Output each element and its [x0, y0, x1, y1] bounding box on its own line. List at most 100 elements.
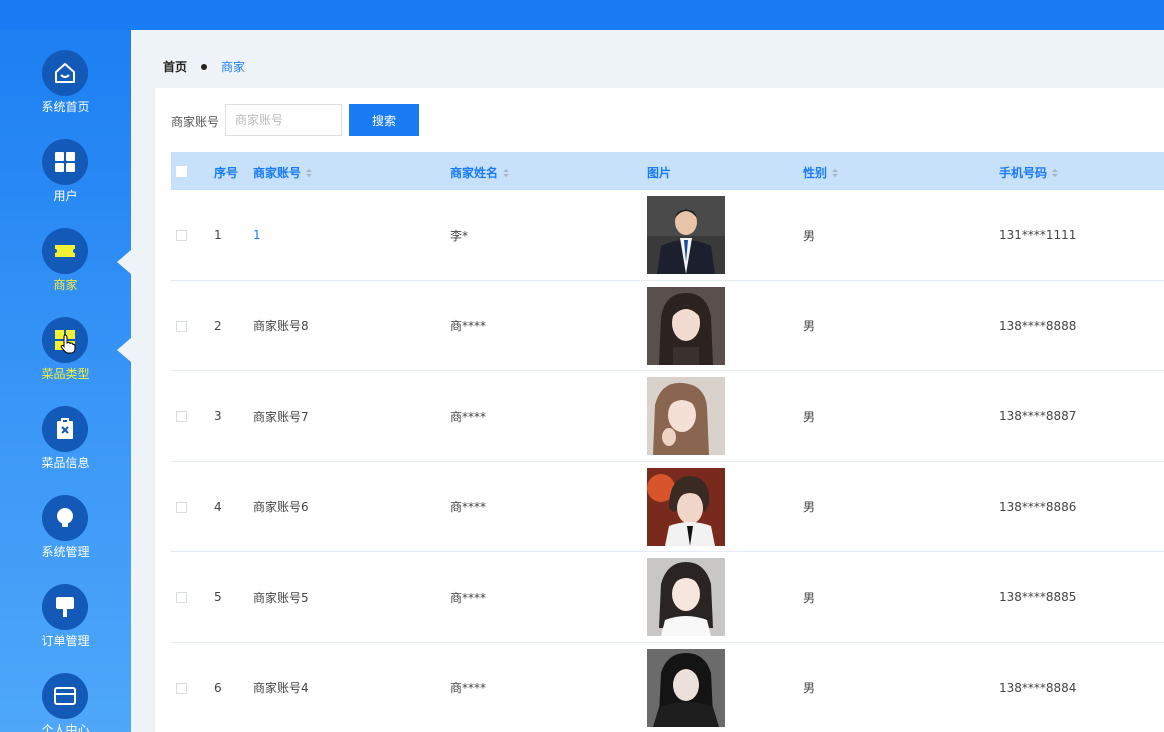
row-gender: 男 — [803, 590, 816, 605]
sidebar-item-system[interactable]: 系统管理 — [0, 495, 131, 584]
breadcrumb-home[interactable]: 首页 — [163, 58, 187, 75]
merchant-photo[interactable] — [647, 558, 725, 636]
row-gender: 男 — [803, 409, 816, 424]
row-image[interactable] — [647, 371, 725, 461]
row-account: 商家账号4 — [253, 681, 309, 695]
row-gender: 男 — [803, 319, 816, 333]
table-row[interactable]: 3 商家账号7 商**** 男 138****8887 — [171, 371, 1164, 462]
merchant-table: 序号 商家账号 商家姓名 图片 性别 手机号码 1 1 李* 男 131****… — [171, 152, 1164, 732]
sidebar-item-label: 系统首页 — [41, 100, 90, 114]
row-account: 1 — [253, 228, 261, 242]
lightbulb-icon — [42, 495, 88, 541]
sidebar-item-label: 订单管理 — [41, 634, 90, 648]
row-image[interactable] — [647, 552, 725, 642]
row-name: 商**** — [450, 681, 487, 695]
row-account: 商家账号7 — [253, 409, 309, 424]
row-phone: 131****1111 — [999, 228, 1077, 242]
sort-icon[interactable] — [306, 168, 313, 177]
row-checkbox[interactable] — [176, 411, 187, 422]
select-all-checkbox[interactable] — [176, 166, 187, 177]
row-name: 商**** — [450, 500, 487, 514]
header-phone[interactable]: 手机号码 — [999, 164, 1059, 181]
sidebar-item-label: 个人中心 — [41, 723, 90, 732]
sort-icon[interactable] — [832, 168, 839, 177]
row-index: 3 — [214, 409, 222, 423]
search-button[interactable]: 搜索 — [349, 104, 419, 136]
row-gender: 男 — [803, 500, 816, 514]
header-name[interactable]: 商家姓名 — [450, 164, 510, 181]
sort-icon[interactable] — [1052, 168, 1059, 177]
row-index: 6 — [214, 680, 222, 695]
header-gender[interactable]: 性别 — [803, 164, 839, 181]
table-row[interactable]: 1 1 李* 男 131****1111 — [171, 190, 1164, 281]
sidebar-item-dish-info[interactable]: 菜品信息 — [0, 406, 131, 495]
row-name: 李* — [450, 228, 469, 243]
row-index: 5 — [214, 590, 222, 604]
row-checkbox[interactable] — [176, 320, 187, 332]
card-icon — [42, 673, 88, 719]
row-account: 商家账号6 — [253, 500, 309, 514]
grid-icon — [42, 139, 88, 185]
sidebar-item-label: 商家 — [53, 278, 78, 292]
active-indicator — [117, 250, 131, 274]
header-index: 序号 — [214, 166, 239, 180]
row-image[interactable] — [647, 643, 725, 732]
row-image[interactable] — [647, 190, 725, 280]
clipboard-x-icon — [42, 406, 88, 452]
sidebar-item-users[interactable]: 用户 — [0, 139, 131, 228]
row-account: 商家账号5 — [253, 590, 309, 605]
row-checkbox[interactable] — [176, 501, 187, 513]
row-index: 1 — [214, 228, 222, 242]
brush-icon — [42, 584, 88, 630]
table-row[interactable]: 2 商家账号8 商**** 男 138****8888 — [171, 280, 1164, 371]
sidebar-item-orders[interactable]: 订单管理 — [0, 584, 131, 673]
search-input[interactable] — [225, 104, 342, 136]
header-image: 图片 — [647, 166, 672, 180]
top-bar — [0, 0, 1164, 30]
sort-icon[interactable] — [503, 168, 510, 177]
row-index: 2 — [214, 318, 222, 333]
row-image[interactable] — [647, 281, 725, 371]
row-index: 4 — [214, 499, 222, 514]
sidebar-item-label: 菜品类型 — [41, 367, 90, 381]
sidebar-item-merchant[interactable]: 商家 — [0, 228, 131, 317]
row-phone: 138****8886 — [999, 499, 1077, 514]
breadcrumb: 首页 商家 — [163, 58, 245, 75]
breadcrumb-current: 商家 — [221, 60, 246, 74]
sidebar-item-label: 用户 — [53, 189, 78, 203]
row-name: 商**** — [450, 590, 487, 605]
row-phone: 138****8885 — [999, 590, 1077, 604]
merchant-photo[interactable] — [647, 286, 725, 365]
row-checkbox[interactable] — [176, 592, 187, 603]
merchant-photo[interactable] — [647, 467, 725, 546]
row-phone: 138****8888 — [999, 318, 1077, 333]
merchant-photo[interactable] — [647, 377, 725, 455]
sidebar-item-profile[interactable]: 个人中心 — [0, 673, 131, 732]
merchant-photo[interactable] — [647, 196, 725, 274]
home-icon — [42, 50, 88, 96]
ticket-icon — [42, 228, 88, 274]
header-account[interactable]: 商家账号 — [253, 164, 313, 181]
row-checkbox[interactable] — [176, 230, 187, 241]
sidebar-item-home[interactable]: 系统首页 — [0, 50, 131, 139]
row-phone: 138****8884 — [999, 680, 1077, 695]
table-row[interactable]: 5 商家账号5 商**** 男 138****8885 — [171, 552, 1164, 643]
merchant-photo[interactable] — [647, 648, 725, 727]
row-account: 商家账号8 — [253, 319, 309, 333]
row-gender: 男 — [803, 681, 816, 695]
search-label: 商家账号 — [171, 115, 220, 129]
table-header: 序号 商家账号 商家姓名 图片 性别 手机号码 — [171, 152, 1164, 190]
table-row[interactable]: 4 商家账号6 商**** 男 138****8886 — [171, 461, 1164, 552]
table-row[interactable]: 6 商家账号4 商**** 男 138****8884 — [171, 642, 1164, 732]
row-image[interactable] — [647, 462, 725, 552]
sidebar-item-dish-type[interactable]: 菜品类型 — [0, 317, 131, 406]
sidebar-item-label: 菜品信息 — [41, 456, 90, 470]
row-checkbox[interactable] — [176, 682, 187, 694]
row-phone: 138****8887 — [999, 409, 1077, 423]
sidebar: 系统首页 用户 商家 菜品类型 菜品信息 系统管理 订单管理 个人中心 — [0, 30, 131, 732]
hand-cursor-icon — [60, 334, 76, 354]
sidebar-item-label: 系统管理 — [41, 545, 90, 559]
hover-indicator — [117, 338, 131, 362]
row-name: 商**** — [450, 319, 487, 333]
breadcrumb-separator-icon — [201, 63, 208, 70]
